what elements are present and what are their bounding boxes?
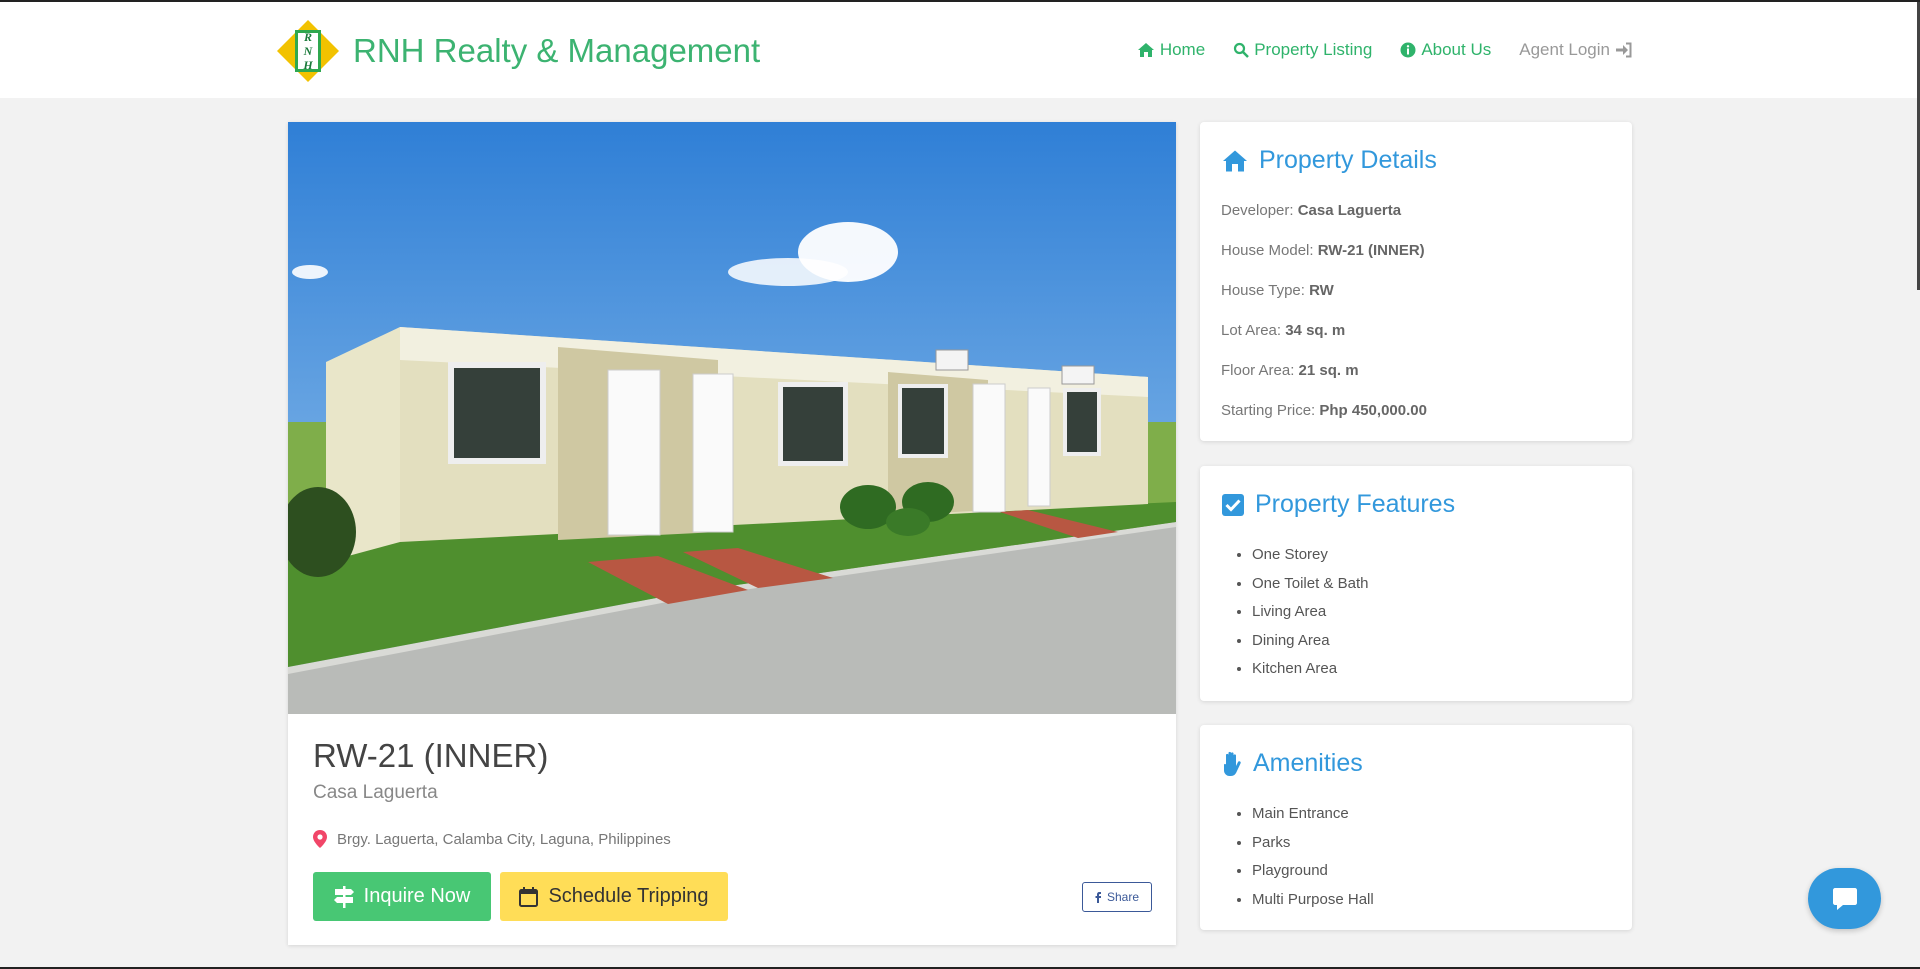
- hand-icon: [1224, 751, 1241, 776]
- facebook-share-button[interactable]: Share: [1082, 882, 1152, 912]
- property-address: Brgy. Laguerta, Calamba City, Laguna, Ph…: [313, 830, 671, 848]
- list-item: Living Area: [1252, 603, 1368, 632]
- detail-label: Floor Area:: [1221, 362, 1299, 379]
- inquire-now-button[interactable]: Inquire Now: [313, 872, 491, 921]
- detail-row: House Model: RW-21 (INNER): [1221, 242, 1427, 282]
- list-item: Main Entrance: [1252, 805, 1374, 834]
- detail-value: RW: [1309, 282, 1334, 299]
- detail-row: Developer: Casa Laguerta: [1221, 202, 1427, 242]
- schedule-tripping-button[interactable]: Schedule Tripping: [500, 872, 728, 921]
- detail-value: Casa Laguerta: [1297, 202, 1402, 219]
- detail-label: Lot Area:: [1221, 322, 1286, 339]
- main-nav: Home Property Listing About Us Agent Log…: [1137, 40, 1632, 60]
- calendar-icon: [519, 886, 539, 907]
- detail-row: Lot Area: 34 sq. m: [1221, 322, 1427, 362]
- brand-logo: R N H: [275, 18, 341, 84]
- list-item: One Toilet & Bath: [1252, 575, 1368, 604]
- nav-home[interactable]: Home: [1137, 40, 1205, 60]
- amenities-heading: Amenities: [1221, 749, 1363, 778]
- detail-value: 21 sq. m: [1298, 362, 1359, 379]
- signpost-icon: [333, 885, 354, 908]
- property-features-heading: Property Features: [1221, 490, 1455, 519]
- detail-label: Starting Price:: [1221, 402, 1320, 419]
- check-square-icon: [1222, 493, 1244, 516]
- detail-label: House Model:: [1221, 242, 1318, 259]
- brand-name: RNH Realty & Management: [353, 32, 761, 69]
- detail-label: Developer:: [1221, 202, 1298, 219]
- inquire-now-label: Inquire Now: [363, 885, 471, 907]
- nav-login-label: Agent Login: [1519, 40, 1610, 59]
- property-details-heading: Property Details: [1221, 146, 1437, 175]
- detail-value: 34 sq. m: [1285, 322, 1346, 339]
- chat-button[interactable]: [1808, 868, 1881, 929]
- address-text: Brgy. Laguerta, Calamba City, Laguna, Ph…: [337, 830, 671, 848]
- nav-listing-label: Property Listing: [1254, 40, 1373, 59]
- share-label: Share: [1106, 890, 1140, 904]
- list-item: Playground: [1252, 862, 1374, 891]
- info-icon: [1400, 42, 1416, 58]
- sign-in-icon: [1616, 42, 1632, 58]
- list-item: Parks: [1252, 834, 1374, 863]
- nav-property-listing[interactable]: Property Listing: [1233, 40, 1372, 60]
- amenities-title: Amenities: [1253, 749, 1363, 777]
- list-item: Kitchen Area: [1252, 660, 1368, 689]
- detail-value: Php 450,000.00: [1319, 402, 1427, 419]
- details-list: Developer: Casa Laguerta House Model: RW…: [1221, 202, 1427, 442]
- list-item: Multi Purpose Hall: [1252, 891, 1374, 920]
- nav-about-us[interactable]: About Us: [1400, 40, 1491, 60]
- features-list: One Storey One Toilet & Bath Living Area…: [1232, 546, 1368, 689]
- logo-letter: H: [303, 58, 313, 72]
- brand[interactable]: R N H RNH Realty & Management: [275, 18, 760, 84]
- schedule-tripping-label: Schedule Tripping: [548, 885, 709, 907]
- nav-about-label: About Us: [1421, 40, 1492, 59]
- chat-icon: [1832, 887, 1857, 910]
- detail-label: House Type:: [1221, 282, 1310, 299]
- logo-letter: R: [303, 30, 312, 44]
- property-title: RW-21 (INNER): [313, 737, 549, 774]
- detail-row: House Type: RW: [1221, 282, 1427, 322]
- nav-agent-login[interactable]: Agent Login: [1519, 40, 1632, 60]
- amenities-list: Main Entrance Parks Playground Multi Pur…: [1232, 805, 1374, 919]
- detail-value: RW-21 (INNER): [1317, 242, 1425, 259]
- detail-row: Floor Area: 21 sq. m: [1221, 362, 1427, 402]
- search-icon: [1234, 42, 1250, 58]
- property-details-card: Property Details Developer: Casa Laguert…: [1200, 122, 1632, 441]
- property-card: RW-21 (INNER) Casa Laguerta Brgy. Laguer…: [288, 122, 1176, 945]
- detail-row: Starting Price: Php 450,000.00: [1221, 402, 1427, 442]
- property-features-card: Property Features One Storey One Toilet …: [1200, 466, 1632, 701]
- map-marker-icon: [313, 830, 327, 848]
- list-item: Dining Area: [1252, 632, 1368, 661]
- logo-letter: N: [303, 44, 313, 58]
- list-item: One Storey: [1252, 546, 1368, 575]
- property-developer: Casa Laguerta: [313, 782, 438, 803]
- property-photo: [288, 122, 1176, 714]
- home-icon: [1137, 43, 1154, 57]
- amenities-card: Amenities Main Entrance Parks Playground…: [1200, 725, 1632, 930]
- property-details-title: Property Details: [1259, 146, 1437, 174]
- property-features-title: Property Features: [1255, 490, 1456, 518]
- navbar: R N H RNH Realty & Management Home Prope…: [0, 2, 1920, 98]
- nav-home-label: Home: [1159, 40, 1206, 59]
- home-icon: [1223, 150, 1247, 171]
- facebook-icon: [1095, 891, 1101, 903]
